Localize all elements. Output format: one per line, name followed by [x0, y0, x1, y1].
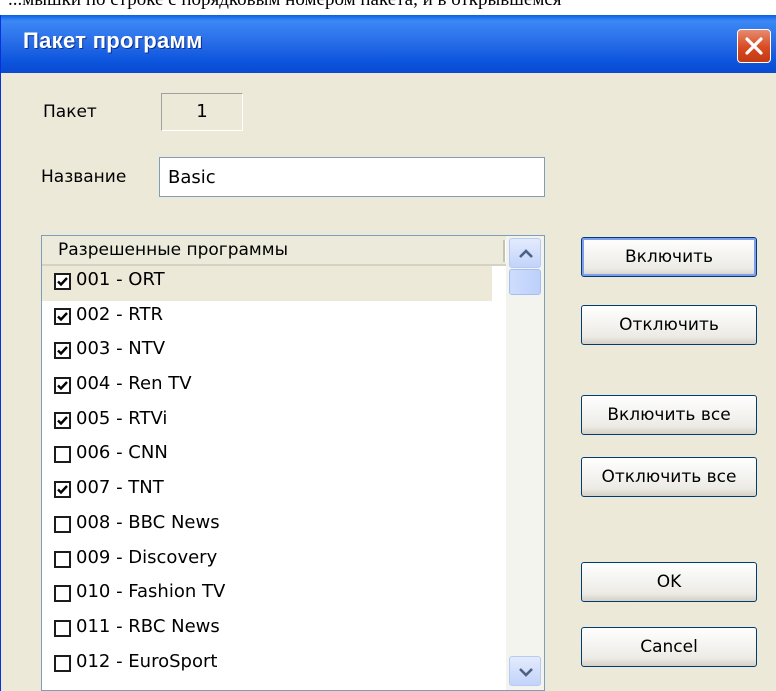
list-item-label: 007 - TNT [76, 477, 164, 499]
ok-button[interactable]: OK [581, 562, 757, 602]
exclude-all-button[interactable]: Отключить все [581, 457, 757, 497]
list-item-label: 002 - RTR [76, 303, 163, 325]
checkbox[interactable] [54, 550, 71, 568]
checkbox[interactable] [54, 619, 71, 637]
list-item[interactable]: 004 - Ren TV [42, 370, 506, 405]
checkbox[interactable] [54, 307, 71, 325]
include-all-button[interactable]: Включить все [581, 395, 757, 435]
list-item-label: 005 - RTVi [76, 407, 168, 429]
checkmark-icon [57, 415, 68, 425]
list-item[interactable]: 012 - EuroSport [42, 648, 506, 683]
list-item-label: 004 - Ren TV [76, 373, 192, 395]
list-item[interactable]: 011 - RBC News [42, 613, 506, 648]
list-item-label: 009 - Discovery [76, 546, 218, 568]
checkbox[interactable] [54, 446, 71, 464]
allowed-programs-list[interactable]: Разрешенные программы 001 - ORT 002 - RTR… [41, 235, 545, 691]
name-label: Название [41, 167, 127, 187]
list-item-label: 008 - BBC News [76, 511, 220, 533]
name-input[interactable] [159, 157, 545, 197]
checkmark-icon [57, 485, 68, 495]
checkmark-icon [57, 311, 68, 321]
list-items: 001 - ORT 002 - RTR 003 - NTV 004 - Ren TV 0… [42, 266, 506, 682]
chevron-up-icon [519, 249, 533, 258]
document-text-strip: ...мышки по строке с порядковым номером … [0, 0, 776, 10]
vertical-scrollbar[interactable] [506, 236, 544, 690]
checkmark-icon [57, 277, 68, 287]
scroll-up-button[interactable] [509, 238, 541, 268]
list-item-label: 010 - Fashion TV [76, 581, 226, 603]
list-item-label: 003 - NTV [76, 338, 166, 360]
checkmark-icon [57, 381, 68, 391]
list-item[interactable]: 005 - RTVi [42, 405, 506, 440]
list-column-header[interactable]: Разрешенные программы [42, 236, 506, 266]
checkmark-icon [57, 346, 68, 356]
list-item[interactable]: 002 - RTR [42, 301, 506, 336]
list-item-label: 001 - ORT [76, 269, 165, 290]
list-item-label: 012 - EuroSport [76, 650, 218, 672]
title-bar[interactable]: Пакет программ [1, 15, 776, 73]
dialog-window: Пакет программ Пакет 1 Название Разрешен… [0, 15, 776, 691]
checkbox[interactable] [54, 273, 71, 290]
list-header-label: Разрешенные программы [58, 240, 289, 260]
include-button[interactable]: Включить [581, 237, 757, 277]
list-item[interactable]: 010 - Fashion TV [42, 578, 506, 613]
packet-label: Пакет [43, 102, 97, 122]
list-item[interactable]: 009 - Discovery [42, 544, 506, 579]
list-item-label: 006 - CNN [76, 442, 168, 464]
checkbox[interactable] [54, 377, 71, 395]
scroll-down-button[interactable] [509, 656, 541, 686]
scroll-thumb[interactable] [509, 269, 541, 295]
cancel-button[interactable]: Cancel [581, 627, 757, 667]
checkbox[interactable] [54, 654, 71, 672]
window-title: Пакет программ [23, 28, 203, 53]
checkbox[interactable] [54, 411, 71, 429]
chevron-down-icon [519, 668, 533, 677]
list-item-label: 011 - RBC News [76, 615, 220, 637]
close-icon [745, 37, 763, 55]
packet-number-field: 1 [161, 93, 243, 131]
document-text: ...мышки по строке с порядковым номером … [8, 0, 562, 10]
list-item[interactable]: 003 - NTV [42, 335, 506, 370]
list-item[interactable]: 006 - CNN [42, 439, 506, 474]
checkbox[interactable] [54, 585, 71, 603]
close-button[interactable] [737, 29, 771, 63]
list-item[interactable]: 008 - BBC News [42, 509, 506, 544]
list-item[interactable]: 001 - ORT [42, 266, 492, 301]
checkbox[interactable] [54, 342, 71, 360]
list-item[interactable]: 007 - TNT [42, 474, 506, 509]
checkbox[interactable] [54, 481, 71, 499]
exclude-button[interactable]: Отключить [581, 305, 757, 345]
checkbox[interactable] [54, 515, 71, 533]
